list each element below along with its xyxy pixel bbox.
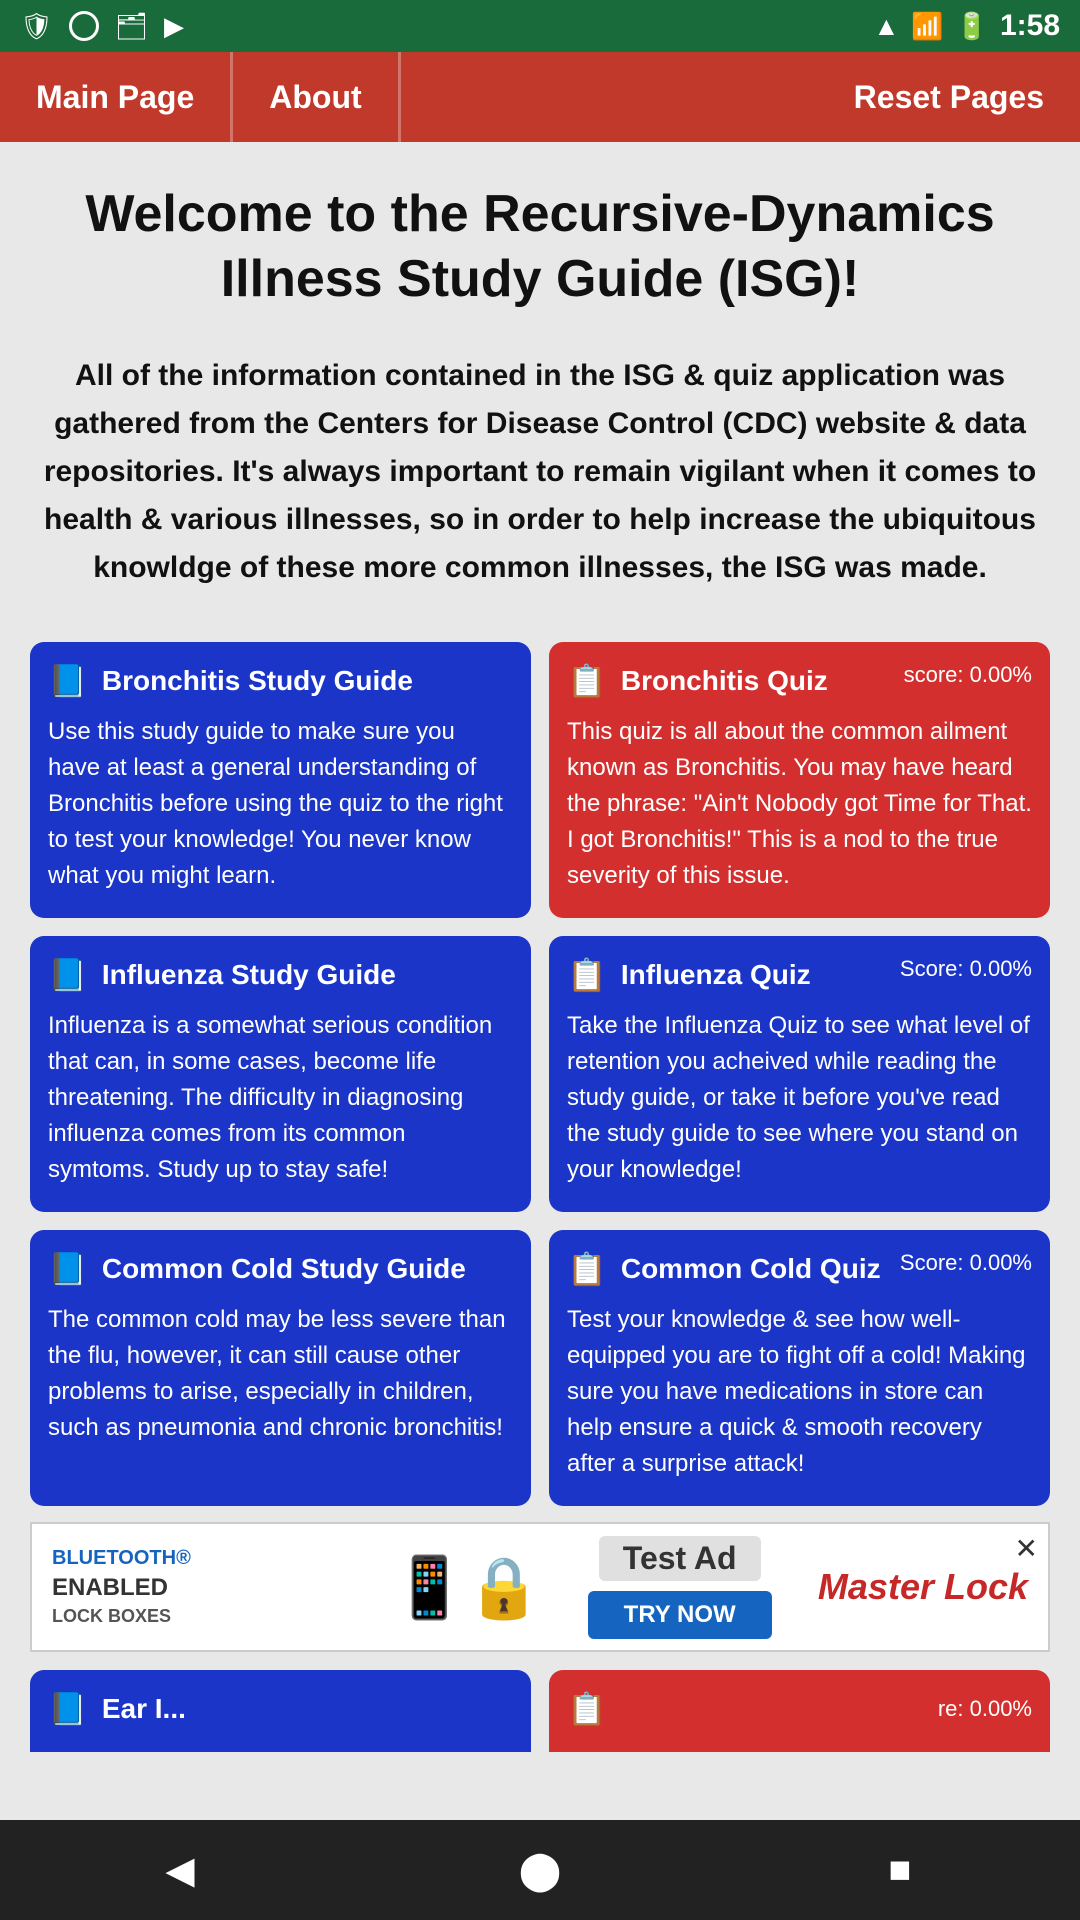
cold-study-card[interactable]: 📘 Common Cold Study Guide The common col… [30, 1230, 531, 1506]
card-body: The common cold may be less severe than … [48, 1302, 513, 1446]
cold-quiz-card[interactable]: 📋 Common Cold Quiz Score: 0.00% Test you… [549, 1230, 1050, 1506]
card-score: Score: 0.00% [900, 1250, 1032, 1276]
about-button[interactable]: About [233, 52, 400, 142]
influenza-study-card[interactable]: 📘 Influenza Study Guide Influenza is a s… [30, 936, 531, 1212]
main-page-button[interactable]: Main Page [0, 52, 233, 142]
ad-left: BLUETOOTH® ENABLED LOCK BOXES [52, 1547, 372, 1627]
bottom-nav: ◀ ⬤ ■ [0, 1820, 1080, 1920]
time-display: 1:58 [1000, 9, 1060, 43]
ad-product: ENABLED [52, 1574, 372, 1602]
home-button[interactable]: ⬤ [510, 1840, 570, 1900]
card-title: Common Cold Study Guide [102, 1253, 466, 1285]
signal-icon: 📶 [911, 11, 943, 42]
ad-brand: BLUETOOTH® [52, 1547, 372, 1570]
card-title: Common Cold Quiz [621, 1253, 881, 1285]
battery-icon: 🔋 [956, 11, 988, 42]
play-icon: ▶ [164, 11, 184, 42]
intro-text: All of the information contained in the … [30, 352, 1050, 592]
card-body: Use this study guide to make sure you ha… [48, 714, 513, 894]
welcome-title: Welcome to the Recursive-Dynamics Illnes… [30, 182, 1050, 312]
status-bar-left: 🛡 🗂 ▶ [20, 11, 184, 42]
phone-icon: 📱🔒 [392, 1552, 541, 1623]
study-icon: 📘 [48, 1690, 88, 1728]
card-body: This quiz is all about the common ailmen… [567, 714, 1032, 894]
ad-banner[interactable]: BLUETOOTH® ENABLED LOCK BOXES 📱🔒 Test Ad… [30, 1522, 1050, 1652]
ad-subtitle: LOCK BOXES [52, 1606, 372, 1627]
sim-icon: 🗂 [115, 11, 148, 42]
card-title: Ear I... [102, 1693, 186, 1725]
card-header: 📘 Bronchitis Study Guide [48, 662, 513, 700]
nav-bar: Main Page About Reset Pages [0, 52, 1080, 142]
card-header: 📋 Influenza Quiz Score: 0.00% [567, 956, 1032, 994]
card-score: score: 0.00% [904, 662, 1032, 688]
recent-apps-button[interactable]: ■ [870, 1840, 930, 1900]
card-header: 📋 Common Cold Quiz Score: 0.00% [567, 1250, 1032, 1288]
ear-study-partial-card[interactable]: 📘 Ear I... [30, 1670, 531, 1752]
card-header: 📘 Ear I... [48, 1690, 513, 1728]
ear-quiz-partial-card[interactable]: 📋 re: 0.00% [549, 1670, 1050, 1752]
ad-logo: Master Lock [818, 1566, 1028, 1608]
try-now-button[interactable]: TRY NOW [588, 1591, 772, 1639]
bronchitis-quiz-card[interactable]: 📋 Bronchitis Quiz score: 0.00% This quiz… [549, 642, 1050, 918]
card-title: Influenza Quiz [621, 959, 811, 991]
card-title: Influenza Study Guide [102, 959, 396, 991]
study-icon: 📘 [48, 1250, 88, 1288]
status-bar: 🛡 🗂 ▶ ▲ 📶 🔋 1:58 [0, 0, 1080, 52]
card-score: re: 0.00% [938, 1696, 1032, 1722]
card-header: 📘 Influenza Study Guide [48, 956, 513, 994]
quiz-icon: 📋 [567, 1690, 607, 1728]
wifi-icon: ▲ [873, 11, 899, 42]
ad-content: BLUETOOTH® ENABLED LOCK BOXES 📱🔒 Test Ad… [32, 1524, 1048, 1650]
cards-grid: 📘 Bronchitis Study Guide Use this study … [30, 642, 1050, 1506]
quiz-icon: 📋 [567, 1250, 607, 1288]
card-body: Test your knowledge & see how well-equip… [567, 1302, 1032, 1482]
reset-pages-button[interactable]: Reset Pages [818, 52, 1080, 142]
back-button[interactable]: ◀ [150, 1840, 210, 1900]
partial-row: 📘 Ear I... 📋 re: 0.00% [30, 1670, 1050, 1752]
study-icon: 📘 [48, 662, 88, 700]
card-title: Bronchitis Study Guide [102, 665, 413, 697]
card-body: Take the Influenza Quiz to see what leve… [567, 1008, 1032, 1188]
card-score: Score: 0.00% [900, 956, 1032, 982]
quiz-icon: 📋 [567, 956, 607, 994]
status-bar-right: ▲ 📶 🔋 1:58 [873, 9, 1060, 43]
card-body: Influenza is a somewhat serious conditio… [48, 1008, 513, 1188]
bronchitis-study-card[interactable]: 📘 Bronchitis Study Guide Use this study … [30, 642, 531, 918]
card-title: Bronchitis Quiz [621, 665, 828, 697]
ad-close-button[interactable]: ✕ [1015, 1532, 1038, 1565]
study-icon: 📘 [48, 956, 88, 994]
test-ad-label: Test Ad [599, 1536, 761, 1581]
ad-center: Test Ad TRY NOW [561, 1536, 798, 1639]
influenza-quiz-card[interactable]: 📋 Influenza Quiz Score: 0.00% Take the I… [549, 936, 1050, 1212]
circle-icon [69, 11, 99, 41]
quiz-icon: 📋 [567, 662, 607, 700]
card-header: 📘 Common Cold Study Guide [48, 1250, 513, 1288]
main-content: Welcome to the Recursive-Dynamics Illnes… [0, 142, 1080, 1820]
card-header: 📋 Bronchitis Quiz score: 0.00% [567, 662, 1032, 700]
shield-icon: 🛡 [20, 11, 53, 42]
card-header: 📋 re: 0.00% [567, 1690, 1032, 1728]
